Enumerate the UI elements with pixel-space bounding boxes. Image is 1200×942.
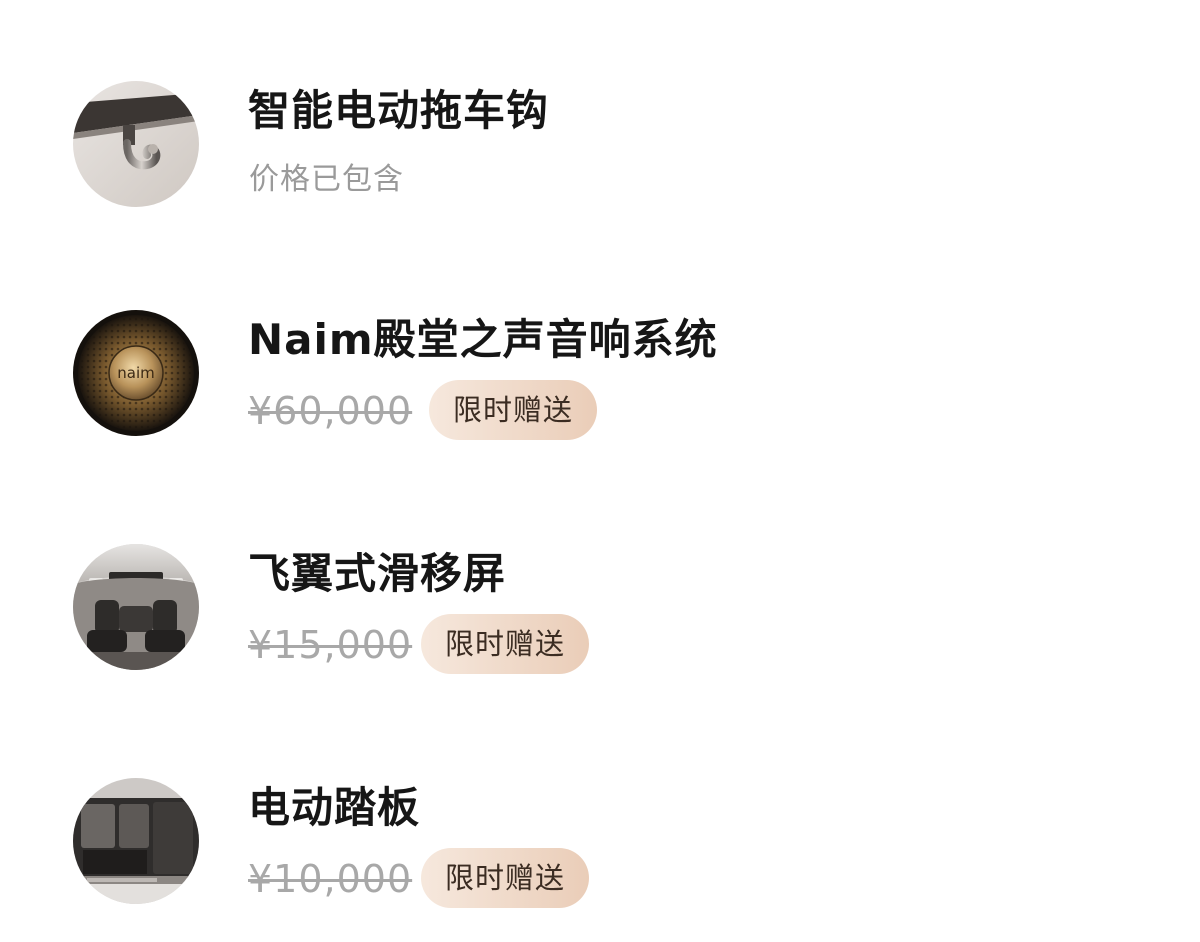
item-title: 飞翼式滑移屏 — [248, 549, 507, 598]
list-item-naim-audio[interactable]: naim Naim殿堂之声音响系统 ¥60,000 限时赠送 — [0, 274, 1200, 474]
svg-text:naim: naim — [117, 364, 154, 382]
item-title: 电动踏板 — [248, 783, 421, 832]
price-included-note: 价格已包含 — [249, 162, 404, 197]
limited-gift-badge: 限时赠送 — [421, 614, 590, 674]
list-item-tow-hook[interactable]: 智能电动拖车钩 价格已包含 — [0, 45, 1200, 245]
naim-speaker-image: naim — [73, 310, 199, 436]
original-price: ¥60,000 — [248, 389, 413, 433]
original-price: ¥15,000 — [248, 623, 413, 667]
list-item-sliding-screen[interactable]: 飞翼式滑移屏 ¥15,000 限时赠送 — [0, 508, 1200, 708]
limited-gift-badge: 限时赠送 — [421, 848, 590, 908]
item-title: 智能电动拖车钩 — [248, 86, 550, 135]
item-title: Naim殿堂之声音响系统 — [248, 315, 718, 364]
tow-hook-image — [73, 81, 199, 207]
list-item-power-step[interactable]: 电动踏板 ¥10,000 限时赠送 — [0, 742, 1200, 942]
limited-gift-badge: 限时赠送 — [429, 380, 598, 440]
power-step-image — [73, 778, 199, 904]
sliding-screen-image — [73, 544, 199, 670]
original-price: ¥10,000 — [248, 857, 413, 901]
feature-list: 智能电动拖车钩 价格已包含 naim Naim殿堂之声音响系统 ¥60,000 … — [0, 0, 1200, 908]
